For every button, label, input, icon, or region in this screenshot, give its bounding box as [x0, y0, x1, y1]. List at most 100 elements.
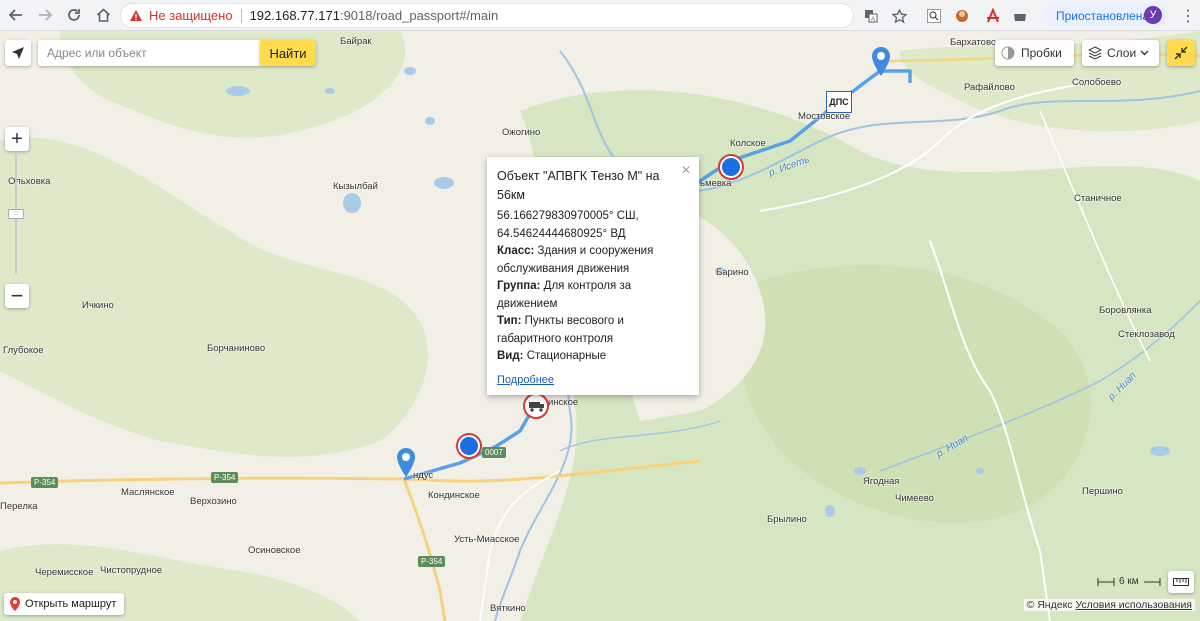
- paused-label: Приостановлена: [1056, 8, 1150, 23]
- type-label: Тип:: [497, 315, 522, 327]
- forward-icon[interactable]: [32, 2, 58, 28]
- place-label: Солобоево: [1072, 77, 1122, 88]
- extension-search-icon[interactable]: [925, 7, 943, 25]
- road-badge: Р-354: [418, 556, 446, 567]
- object-point-icon[interactable]: [717, 153, 745, 181]
- layers-label: Слои: [1107, 46, 1137, 60]
- zoom-in-button[interactable]: +: [5, 127, 29, 151]
- popup-title: Объект "АПВГК Тензо М" на 56км: [497, 169, 660, 202]
- home-icon[interactable]: [90, 2, 116, 28]
- svg-text:A: A: [871, 17, 875, 23]
- scale-line: [1143, 577, 1161, 586]
- url-path: :9018/road_passport#/main: [339, 8, 499, 23]
- place-label: Ожогино: [502, 127, 541, 138]
- chevron-down-icon: [1140, 50, 1149, 56]
- collapse-icon: [1174, 46, 1188, 60]
- place-label: Верхозино: [190, 496, 237, 507]
- place-label: Першино: [1082, 486, 1123, 497]
- layers-icon: [1088, 46, 1102, 60]
- extension-cloud-icon[interactable]: [1011, 7, 1029, 25]
- place-label: Барино: [716, 267, 749, 278]
- road-badge: 0007: [482, 447, 506, 458]
- place-label: инское: [548, 397, 579, 408]
- place-label: Станичное: [1074, 193, 1122, 204]
- place-label: Кондинское: [428, 490, 480, 501]
- place-label: Борчаниново: [207, 343, 266, 354]
- reload-icon[interactable]: [61, 2, 87, 28]
- address-bar[interactable]: Не защищено 192.168.77.171:9018/road_pas…: [120, 3, 854, 28]
- place-label: Бархатово: [950, 37, 997, 48]
- search-button-label: Найти: [269, 45, 307, 61]
- object-popup: × Объект "АПВГК Тензо М" на 56км 56.1662…: [487, 157, 699, 395]
- geolocation-button[interactable]: [5, 40, 31, 66]
- navigation-arrow-icon: [12, 47, 24, 59]
- open-route-button[interactable]: Открыть маршрут: [4, 593, 125, 615]
- place-label: Колское: [730, 138, 766, 149]
- open-route-label: Открыть маршрут: [25, 598, 117, 610]
- place-label: Брылино: [767, 514, 807, 525]
- ruler-icon: [1173, 578, 1189, 586]
- fullscreen-button[interactable]: [1167, 40, 1195, 66]
- scale-bar: 6 км: [1097, 576, 1161, 587]
- place-label: Усть-Миасское: [454, 534, 520, 545]
- place-label: Чистопрудное: [100, 565, 163, 576]
- place-label: Осиновское: [248, 545, 301, 556]
- copyright-label: © Яндекс: [1026, 599, 1073, 611]
- road-badge: Р-354: [211, 472, 239, 483]
- view-label: Вид:: [497, 350, 524, 362]
- copyright-bar: © Яндекс Условия использования: [1023, 599, 1195, 611]
- bookmark-star-icon[interactable]: [890, 7, 908, 25]
- map-pin-icon: [10, 597, 20, 611]
- popup-group-row: Группа: Для контроля за движением: [497, 278, 673, 313]
- close-icon[interactable]: ×: [679, 163, 693, 179]
- profile-paused-button[interactable]: Приостановлена У: [1046, 4, 1168, 27]
- object-point-icon[interactable]: [455, 432, 483, 460]
- place-label: Вяткино: [490, 603, 526, 614]
- place-label: Боровлянка: [1099, 305, 1152, 316]
- popup-class-row: Класс: Здания и сооружения обслуживания …: [497, 243, 673, 278]
- scale-line: [1097, 577, 1115, 586]
- place-label: Ягодная: [863, 476, 900, 487]
- pdf-icon[interactable]: [984, 7, 1002, 25]
- scale-label: 6 км: [1119, 576, 1139, 587]
- divider: [240, 8, 242, 23]
- place-label: Чимеево: [895, 493, 934, 504]
- map[interactable]: Байрак Бархатово Рафайлово Солобоево Мос…: [0, 31, 1200, 621]
- place-label: Черемисское: [35, 567, 94, 578]
- warning-icon: [130, 9, 142, 21]
- layers-button[interactable]: Слои: [1082, 40, 1159, 66]
- traffic-icon: [1001, 46, 1015, 60]
- place-label: Кызылбай: [333, 181, 378, 192]
- popup-type-row: Тип: Пункты весового и габаритного контр…: [497, 313, 673, 348]
- place-label: Рафайлово: [964, 82, 1015, 93]
- extension-character-icon[interactable]: [953, 7, 971, 25]
- place-label: Маслянское: [121, 487, 175, 498]
- back-icon[interactable]: [3, 2, 29, 28]
- place-label: Стеклозавод: [1118, 329, 1175, 340]
- group-label: Группа:: [497, 280, 541, 292]
- dps-label: ДПС: [829, 97, 849, 107]
- zoom-out-button[interactable]: −: [5, 283, 29, 308]
- popup-coords: 56.166279830970005° СШ, 64.5462444468092…: [497, 210, 639, 240]
- browser-toolbar: Не защищено 192.168.77.171:9018/road_pas…: [0, 0, 1200, 31]
- popup-view-row: Вид: Стационарные: [497, 348, 673, 366]
- end-pin-icon[interactable]: [395, 447, 417, 479]
- zoom-handle[interactable]: :::: [8, 209, 24, 219]
- search-button[interactable]: Найти: [260, 40, 316, 66]
- translate-icon[interactable]: A: [862, 7, 880, 25]
- dps-icon[interactable]: ДПС: [826, 91, 852, 113]
- start-pin-icon[interactable]: [870, 46, 892, 78]
- view-value: Стационарные: [526, 350, 607, 362]
- search-input[interactable]: [38, 40, 260, 66]
- more-link[interactable]: Подробнее: [497, 372, 673, 390]
- menu-kebab-icon[interactable]: ⋮: [1180, 6, 1196, 26]
- weigh-station-icon[interactable]: [522, 392, 550, 420]
- terms-link[interactable]: Условия использования: [1075, 599, 1192, 611]
- zoom-slider[interactable]: :::: [8, 154, 24, 274]
- ruler-button[interactable]: [1168, 571, 1194, 593]
- class-label: Класс:: [497, 245, 535, 257]
- place-label: Перелка: [0, 501, 38, 512]
- place-label: Глубокое: [3, 345, 44, 356]
- url-host: 192.168.77.171: [249, 8, 340, 23]
- traffic-button[interactable]: Пробки: [995, 40, 1074, 66]
